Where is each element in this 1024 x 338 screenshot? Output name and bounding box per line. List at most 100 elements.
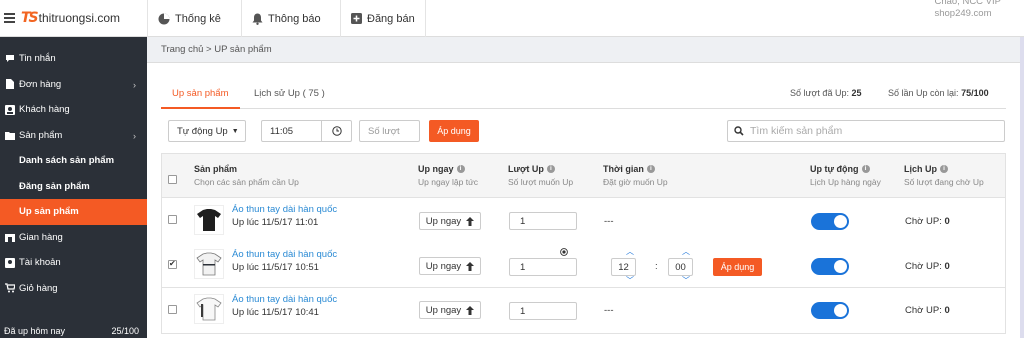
sidebar-item-label: Up sản phẩm <box>19 206 79 218</box>
page-scrollbar[interactable] <box>1020 37 1024 338</box>
used-count-value: 25 <box>851 88 862 98</box>
time-separator: : <box>655 261 658 272</box>
minute-decrease-icon[interactable]: ﹀ <box>682 275 690 286</box>
sidebar-item-label: Sản phẩm <box>19 129 63 141</box>
col-time: Thời gian i Đặt giờ muốn Up <box>603 164 668 187</box>
up-now-button[interactable]: Up ngay <box>419 257 481 275</box>
user-greeting: Chào, NCC VIP <box>934 0 1001 7</box>
waiting-value: 0 <box>944 261 950 272</box>
turns-field[interactable]: 1 <box>509 302 577 320</box>
sidebar-nav: Tin nhắn Đơn hàng › Khách hàng Sản phẩm … <box>0 46 147 301</box>
sidebar-item-account[interactable]: Tài khoản <box>0 250 147 276</box>
notifications-button[interactable]: Thông báo <box>241 0 340 37</box>
menu-icon[interactable] <box>4 13 15 23</box>
info-icon[interactable]: i <box>940 165 948 173</box>
bulk-apply-button[interactable]: Áp dụng <box>429 120 479 142</box>
post-product-label: Đăng bán <box>367 12 415 25</box>
radio-target-icon[interactable] <box>560 248 568 258</box>
row-apply-button[interactable]: Áp dụng <box>713 258 762 276</box>
auto-up-toggle[interactable] <box>811 258 849 275</box>
minute-spinner[interactable]: 00 <box>668 258 693 276</box>
schedule-placeholder: --- <box>604 305 614 316</box>
search-icon <box>734 126 744 136</box>
waiting-value: 0 <box>944 216 950 227</box>
sidebar-item-store[interactable]: Gian hàng <box>0 225 147 251</box>
brand-logo-icon[interactable]: TS <box>21 10 39 26</box>
stats-label: Thống kê <box>175 12 221 25</box>
sidebar: TS thitruongsi.com Tin nhắn Đơn hàng › K… <box>0 0 147 338</box>
auto-up-toggle[interactable] <box>811 213 849 230</box>
sidebar-item-post-product[interactable]: Đăng sản phẩm <box>0 174 147 200</box>
tab-up-history[interactable]: Lịch sử Up ( 75 ) <box>243 84 336 109</box>
up-now-label: Up ngay <box>425 260 462 272</box>
col-product: Sản phẩm Chọn các sản phẩm cần Up <box>194 164 299 187</box>
bell-icon <box>252 13 263 25</box>
waiting-label: Chờ UP: <box>905 216 942 227</box>
last-up-time: Up lúc 11/5/17 10:51 <box>232 262 319 273</box>
plus-square-icon <box>351 13 362 24</box>
row-checkbox[interactable] <box>168 259 177 269</box>
tab-up-product[interactable]: Up sản phẩm <box>161 84 240 109</box>
sidebar-item-cart[interactable]: Giỏ hàng <box>0 276 147 302</box>
product-thumbnail[interactable] <box>194 294 224 324</box>
info-icon[interactable]: i <box>861 165 870 173</box>
shop-domain: shop249.com <box>934 8 992 19</box>
up-now-button[interactable]: Up ngay <box>419 301 481 319</box>
product-thumbnail[interactable] <box>194 205 224 235</box>
col-subtitle: Đặt giờ muốn Up <box>603 177 668 187</box>
sidebar-item-products[interactable]: Sản phẩm › <box>0 123 147 149</box>
col-subtitle: Số lượt muốn Up <box>508 177 574 187</box>
search-input[interactable] <box>750 125 970 137</box>
turns-field[interactable]: 1 <box>509 212 577 230</box>
mode-select[interactable]: Tự động Up ▼ <box>168 120 246 142</box>
brand-name[interactable]: thitruongsi.com <box>39 11 120 25</box>
product-thumbnail[interactable] <box>194 249 224 279</box>
minute-increase-icon[interactable]: ︿ <box>682 246 690 257</box>
sidebar-item-messages[interactable]: Tin nhắn <box>0 46 147 72</box>
col-subtitle: Lịch Up hàng ngày <box>810 177 881 187</box>
up-now-label: Up ngay <box>425 215 462 227</box>
turns-input[interactable]: Số lượt <box>359 120 420 142</box>
table-row: Áo thun tay dài hàn quốc Up lúc 11/5/17 … <box>161 288 1006 334</box>
hour-decrease-icon[interactable]: ﹀ <box>626 275 634 286</box>
sidebar-item-product-list[interactable]: Danh sách sản phẩm <box>0 148 147 174</box>
select-all-checkbox[interactable] <box>168 175 177 184</box>
up-now-label: Up ngay <box>425 304 462 316</box>
hour-increase-icon[interactable]: ︿ <box>626 246 634 257</box>
waiting-label: Chờ UP: <box>905 261 942 272</box>
post-product-button[interactable]: Đăng bán <box>340 0 426 37</box>
stats-button[interactable]: Thống kê <box>147 0 241 37</box>
product-name-link[interactable]: Áo thun tay dài hàn quốc <box>232 204 337 215</box>
up-now-button[interactable]: Up ngay <box>419 212 481 230</box>
product-name-link[interactable]: Áo thun tay dài hàn quốc <box>232 249 337 260</box>
daily-up-counter: Đã up hôm nay 25/100 <box>0 326 147 338</box>
contact-icon <box>5 104 15 115</box>
row-checkbox[interactable] <box>168 215 177 224</box>
col-title: Up tự động <box>810 164 859 174</box>
info-icon[interactable]: i <box>456 165 465 173</box>
user-menu[interactable]: Chào, NCC VIP shop249.com <box>934 0 1001 20</box>
info-icon[interactable]: i <box>546 165 555 173</box>
sidebar-item-up-product[interactable]: Up sản phẩm <box>0 199 147 225</box>
col-auto-up: Up tự động i Lịch Up hàng ngày <box>810 164 881 187</box>
breadcrumb: Trang chủ > UP sản phẩm <box>161 44 272 55</box>
daily-up-label: Đã up hôm nay <box>4 326 66 336</box>
auto-up-toggle[interactable] <box>811 302 849 319</box>
sidebar-item-label: Tin nhắn <box>19 53 56 65</box>
caret-down-icon: ▼ <box>231 127 239 135</box>
daily-up-value: 25/100 <box>111 326 139 336</box>
remaining-count: Số lần Up còn lại: 75/100 <box>888 88 989 98</box>
used-count-label: Số lượt đã Up: <box>790 88 849 98</box>
sidebar-item-customers[interactable]: Khách hàng <box>0 97 147 123</box>
sidebar-item-orders[interactable]: Đơn hàng › <box>0 72 147 98</box>
arrow-up-icon <box>466 305 475 315</box>
time-input[interactable]: 11:05 <box>261 120 352 142</box>
info-icon[interactable]: i <box>646 165 655 173</box>
table-row: Áo thun tay dài hàn quốc Up lúc 11/5/17 … <box>161 241 1006 288</box>
hour-spinner[interactable]: 12 <box>611 258 636 276</box>
folder-icon <box>5 131 15 140</box>
pie-chart-icon <box>158 13 170 24</box>
turns-field[interactable]: 1 <box>509 258 577 276</box>
row-checkbox[interactable] <box>168 305 177 314</box>
product-name-link[interactable]: Áo thun tay dài hàn quốc <box>232 294 337 305</box>
